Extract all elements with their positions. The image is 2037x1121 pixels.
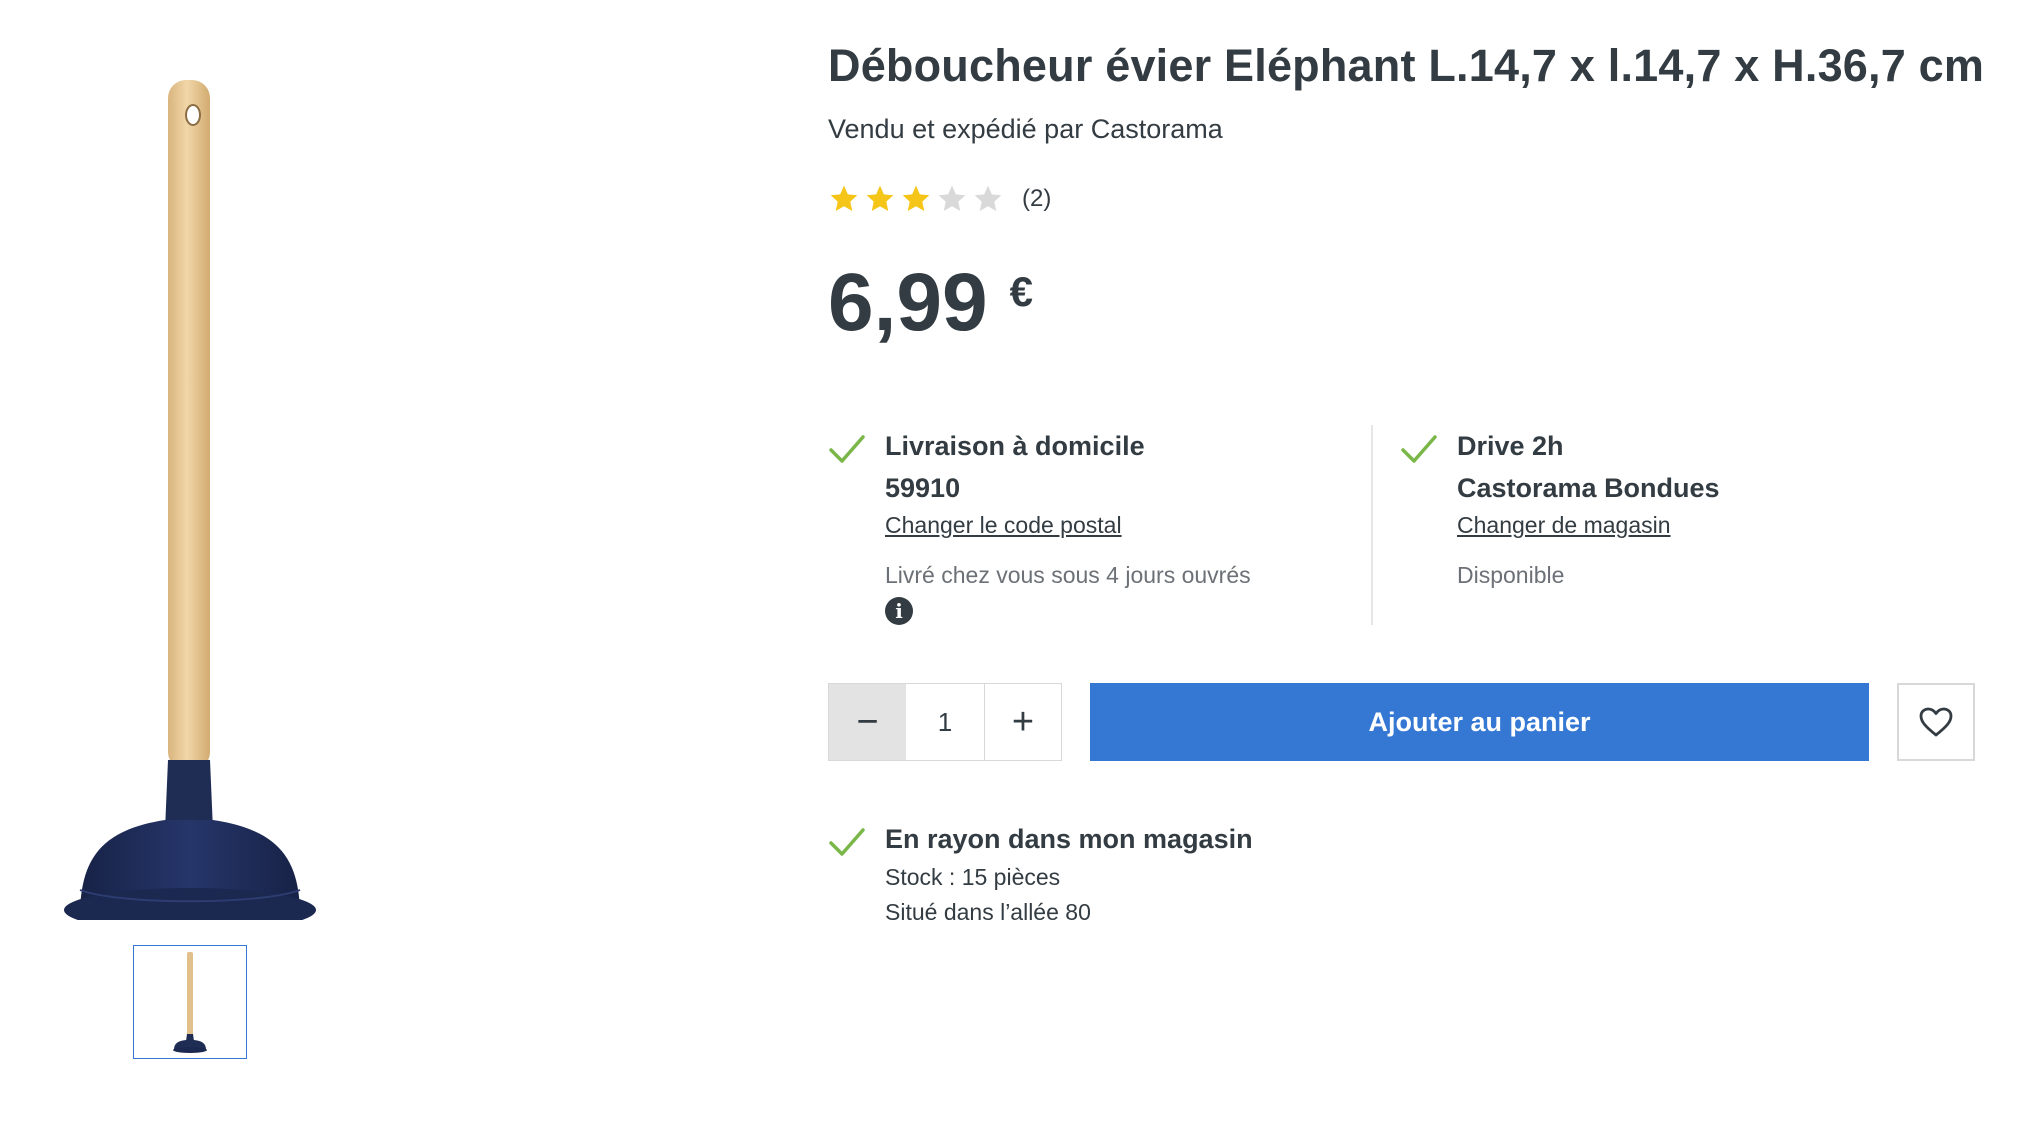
- drive-title: Drive 2h: [1457, 431, 1564, 461]
- quantity-stepper: − +: [828, 683, 1062, 761]
- product-title: Déboucheur évier Eléphant L.14,7 x l.14,…: [828, 40, 1985, 91]
- price-currency: €: [1009, 268, 1033, 315]
- check-icon: [829, 828, 865, 856]
- add-to-cart-button[interactable]: Ajouter au panier: [1090, 683, 1869, 761]
- delivery-divider: [1371, 425, 1373, 625]
- delivery-options: Livraison à domicile 59910 Changer le co…: [828, 425, 1988, 625]
- wishlist-button[interactable]: [1897, 683, 1975, 761]
- aisle-location: Situé dans l’allée 80: [885, 899, 1091, 925]
- purchase-actions: − + Ajouter au panier: [828, 683, 1988, 761]
- check-icon: [829, 435, 865, 463]
- product-main-image[interactable]: [40, 60, 340, 920]
- change-postal-code-link[interactable]: Changer le code postal: [885, 509, 1122, 541]
- check-icon: [1401, 435, 1437, 463]
- postal-code: 59910: [885, 473, 961, 503]
- drive-availability: Disponible: [1457, 562, 1565, 588]
- seller-text: Vendu et expédié par Castorama: [828, 114, 1223, 144]
- heart-icon: [1919, 707, 1953, 737]
- home-delivery-note: Livré chez vous sous 4 jours ouvrés: [885, 562, 1251, 588]
- star-icon: [902, 185, 930, 211]
- star-icon: [866, 185, 894, 211]
- rating-count[interactable]: (2): [1022, 185, 1051, 213]
- stock-count: Stock : 15 pièces: [885, 864, 1061, 890]
- star-icon: [830, 185, 858, 211]
- change-store-link[interactable]: Changer de magasin: [1457, 509, 1671, 541]
- star-icon: [974, 185, 1002, 211]
- star-icon: [938, 185, 966, 211]
- quantity-input[interactable]: [906, 684, 984, 760]
- price-value: 6,99: [828, 257, 988, 348]
- product-price: 6,99 €: [828, 262, 1033, 344]
- home-delivery-title: Livraison à domicile: [885, 431, 1145, 461]
- product-rating[interactable]: (2): [828, 183, 1051, 215]
- product-thumbnail[interactable]: [133, 945, 247, 1059]
- store-stock-title: En rayon dans mon magasin: [885, 824, 1253, 854]
- quantity-increase-button[interactable]: +: [984, 684, 1061, 760]
- store-name: Castorama Bondues: [1457, 473, 1720, 503]
- info-icon[interactable]: i: [885, 597, 913, 625]
- quantity-decrease-button[interactable]: −: [829, 684, 906, 760]
